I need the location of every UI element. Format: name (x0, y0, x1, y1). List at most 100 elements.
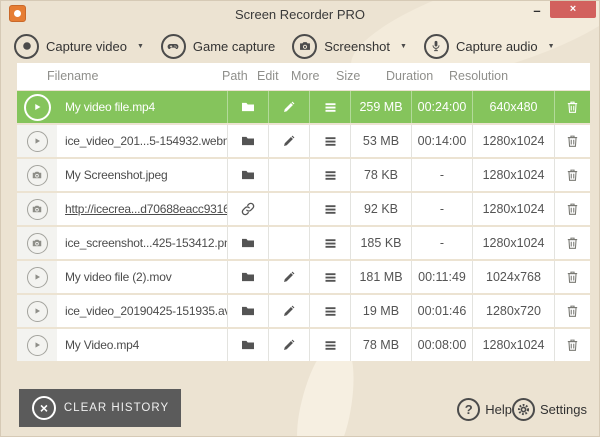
resolution-cell: 1280x1024 (472, 159, 554, 191)
pencil-icon[interactable] (268, 295, 309, 327)
more-button[interactable] (309, 91, 350, 123)
table-row[interactable]: My Screenshot.jpeg 78 KB - 1280x1024 (17, 159, 590, 191)
open-link-button[interactable] (227, 193, 268, 225)
filename-cell: My Screenshot.jpeg (57, 159, 227, 191)
settings-label: Settings (540, 402, 587, 417)
camera-icon[interactable] (27, 165, 48, 186)
table-row[interactable]: ice_video_20190425-151935.avi 19 MB 00:0… (17, 295, 590, 327)
close-button[interactable]: × (550, 1, 596, 18)
filename-cell[interactable]: http://icecrea...d70688eacc9316 (57, 193, 227, 225)
delete-button[interactable] (554, 193, 590, 225)
more-button[interactable] (309, 261, 350, 293)
open-folder-button[interactable] (227, 329, 268, 361)
resolution-cell: 1280x1024 (472, 227, 554, 259)
chevron-down-icon: ▼ (137, 43, 144, 50)
media-cell (17, 193, 57, 225)
resolution-cell: 1280x1024 (472, 193, 554, 225)
pencil-icon[interactable] (268, 125, 309, 157)
filename-cell: ice_screenshot...425-153412.png (57, 227, 227, 259)
x-circle-icon: × (32, 396, 56, 420)
size-cell: 259 MB (350, 91, 411, 123)
open-folder-button[interactable] (227, 295, 268, 327)
play-icon[interactable] (24, 94, 51, 121)
play-icon[interactable] (27, 131, 48, 152)
play-icon[interactable] (27, 335, 48, 356)
more-button[interactable] (309, 329, 350, 361)
toolbar-game-capture-button[interactable]: Game capture (161, 34, 275, 59)
delete-button[interactable] (554, 159, 590, 191)
table-row[interactable]: ice_screenshot...425-153412.png 185 KB -… (17, 227, 590, 259)
clear-history-button[interactable]: × CLEAR HISTORY (19, 389, 181, 427)
gamepad-icon (161, 34, 186, 59)
open-folder-button[interactable] (227, 159, 268, 191)
duration-cell: 00:01:46 (411, 295, 472, 327)
toolbar: Capture video ▼ Game capture Screenshot … (1, 29, 599, 63)
column-header-resolution: Resolution (449, 63, 508, 90)
resolution-cell: 640x480 (472, 91, 554, 123)
column-header-duration: Duration (386, 63, 433, 90)
table-row[interactable]: ice_video_201...5-154932.webm 53 MB 00:1… (17, 125, 590, 157)
duration-cell: - (411, 193, 472, 225)
chevron-down-icon: ▼ (400, 43, 407, 50)
help-button[interactable]: ? Help (457, 398, 512, 421)
settings-button[interactable]: Settings (512, 398, 587, 421)
media-cell (17, 91, 57, 123)
more-button[interactable] (309, 159, 350, 191)
toolbar-capture-video-button[interactable]: Capture video ▼ (14, 34, 144, 59)
size-cell: 78 MB (350, 329, 411, 361)
more-button[interactable] (309, 295, 350, 327)
open-folder-button[interactable] (227, 91, 268, 123)
delete-button[interactable] (554, 227, 590, 259)
camera-icon (292, 34, 317, 59)
toolbar-capture-audio-button[interactable]: Capture audio ▼ (424, 34, 555, 59)
open-folder-button[interactable] (227, 125, 268, 157)
play-icon[interactable] (27, 267, 48, 288)
window-title: Screen Recorder PRO (1, 1, 599, 29)
play-icon[interactable] (27, 301, 48, 322)
resolution-cell: 1280x720 (472, 295, 554, 327)
open-folder-button[interactable] (227, 261, 268, 293)
delete-button[interactable] (554, 125, 590, 157)
media-cell (17, 329, 57, 361)
size-cell: 92 KB (350, 193, 411, 225)
filename-cell: My video file (2).mov (57, 261, 227, 293)
more-button[interactable] (309, 193, 350, 225)
question-icon: ? (457, 398, 480, 421)
footer-actions: ? Help Settings (457, 398, 587, 421)
delete-button[interactable] (554, 295, 590, 327)
duration-cell: - (411, 227, 472, 259)
table-row[interactable]: http://icecrea...d70688eacc9316 92 KB - … (17, 193, 590, 225)
filename-cell: ice_video_20190425-151935.avi (57, 295, 227, 327)
edit-button (268, 159, 309, 191)
open-folder-button[interactable] (227, 227, 268, 259)
media-cell (17, 125, 57, 157)
table-header-row: FilenamePathEditMoreSizeDurationResoluti… (17, 63, 590, 90)
toolbar-screenshot-button[interactable]: Screenshot ▼ (292, 34, 407, 59)
table-row[interactable]: My video file (2).mov 181 MB 00:11:49 10… (17, 261, 590, 293)
more-button[interactable] (309, 227, 350, 259)
app-window: Screen Recorder PRO – × Capture video ▼ … (0, 0, 600, 437)
pencil-icon[interactable] (268, 91, 309, 123)
table-row[interactable]: My video file.mp4 259 MB 00:24:00 640x48… (17, 91, 590, 123)
pencil-icon[interactable] (268, 261, 309, 293)
title-bar: Screen Recorder PRO – × (1, 1, 599, 29)
app-logo-icon (9, 5, 26, 22)
edit-button (268, 227, 309, 259)
media-cell (17, 261, 57, 293)
minimize-button[interactable]: – (527, 2, 547, 22)
pencil-icon[interactable] (268, 329, 309, 361)
duration-cell: - (411, 159, 472, 191)
delete-button[interactable] (554, 91, 590, 123)
delete-button[interactable] (554, 329, 590, 361)
size-cell: 53 MB (350, 125, 411, 157)
camera-icon[interactable] (27, 233, 48, 254)
size-cell: 19 MB (350, 295, 411, 327)
more-button[interactable] (309, 125, 350, 157)
microphone-icon (424, 34, 449, 59)
table-row[interactable]: My Video.mp4 78 MB 00:08:00 1280x1024 (17, 329, 590, 361)
clear-history-label: CLEAR HISTORY (56, 402, 177, 414)
delete-button[interactable] (554, 261, 590, 293)
camera-icon[interactable] (27, 199, 48, 220)
table-body: My video file.mp4 259 MB 00:24:00 640x48… (17, 91, 590, 361)
filename-cell: ice_video_201...5-154932.webm (57, 125, 227, 157)
